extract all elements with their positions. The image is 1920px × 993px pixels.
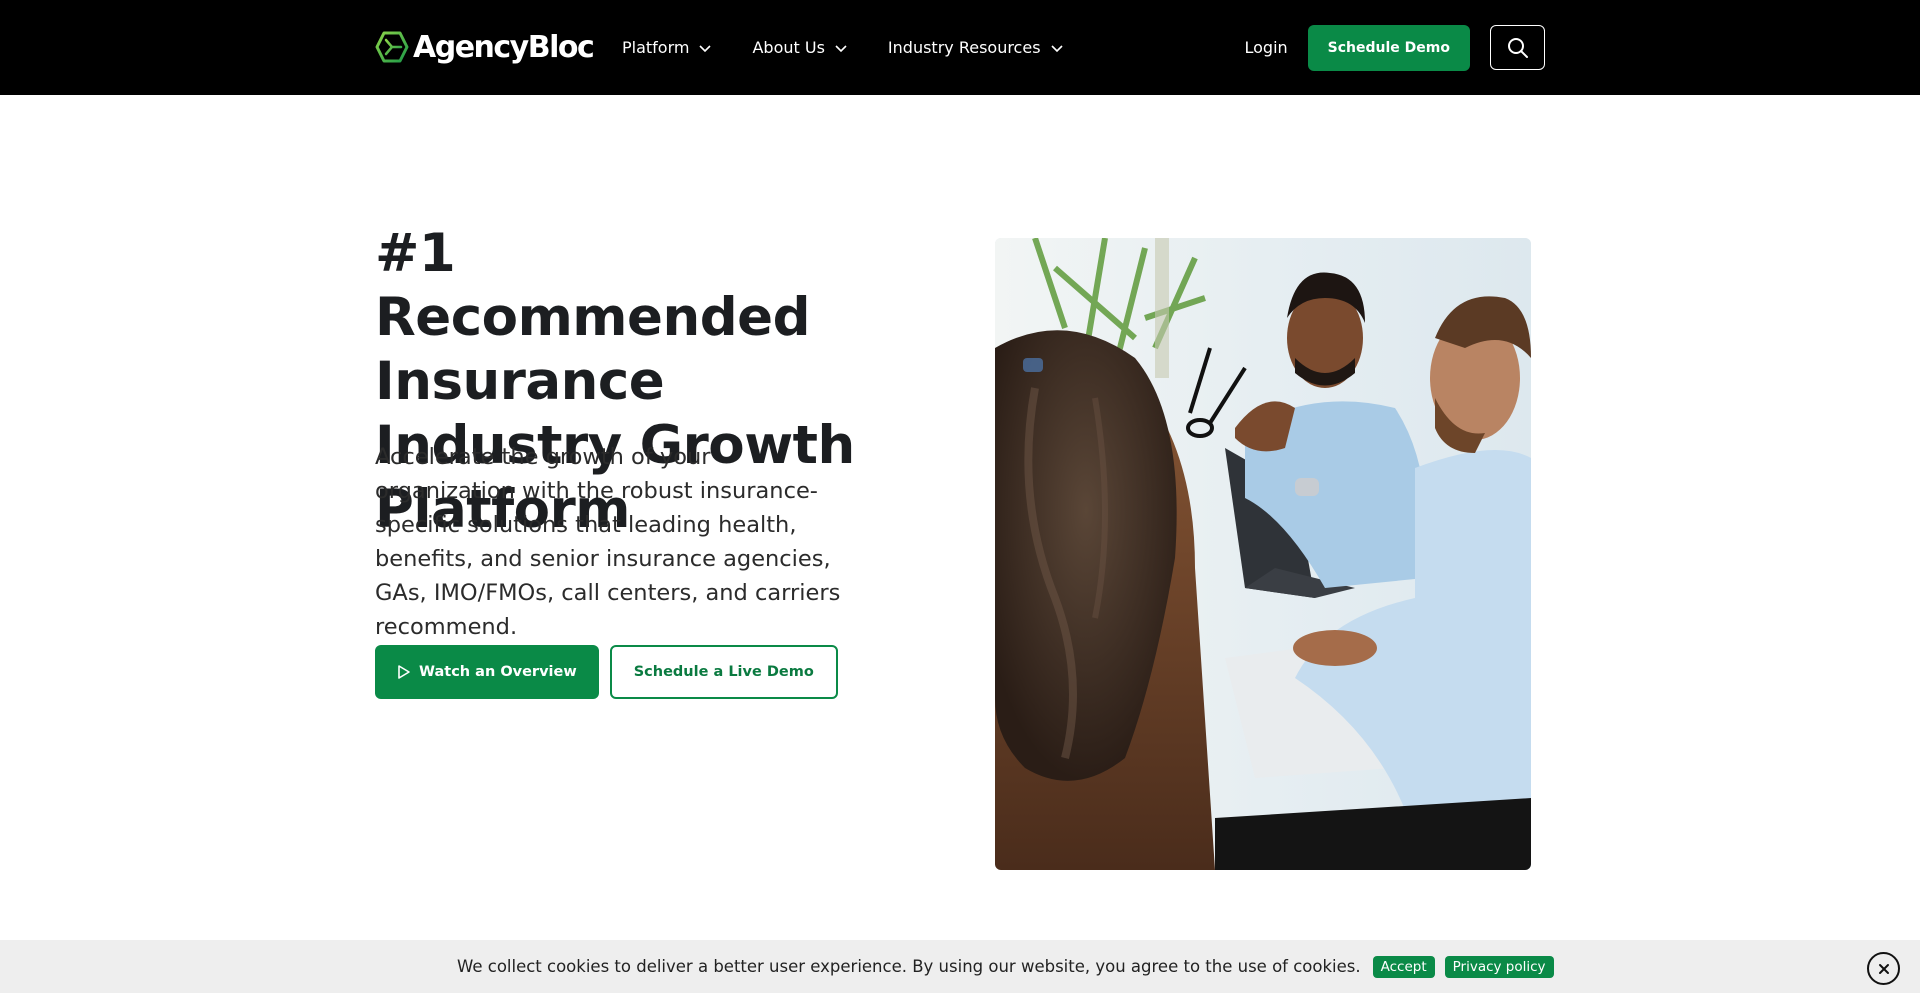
- privacy-policy-button[interactable]: Privacy policy: [1444, 955, 1554, 978]
- close-cookie-banner-button[interactable]: [1867, 952, 1900, 985]
- watch-overview-label: Watch an Overview: [419, 664, 577, 680]
- close-icon: [1878, 963, 1889, 974]
- nav-actions: Login Schedule Demo: [1245, 0, 1545, 95]
- cookie-content: We collect cookies to deliver a better u…: [457, 940, 1564, 993]
- nav-item-label: About Us: [752, 38, 825, 57]
- chevron-down-icon: [1050, 44, 1063, 52]
- watch-overview-button[interactable]: Watch an Overview: [375, 645, 599, 699]
- schedule-live-demo-button[interactable]: Schedule a Live Demo: [609, 645, 838, 699]
- chevron-down-icon: [699, 44, 712, 52]
- meeting-photo-illustration: [995, 238, 1531, 870]
- schedule-demo-button[interactable]: Schedule Demo: [1307, 24, 1470, 71]
- hero-photo: [995, 238, 1531, 870]
- nav-item-label: Platform: [622, 38, 690, 57]
- nav-item-about-us[interactable]: About Us: [752, 38, 847, 57]
- brand-logo-link[interactable]: AgencyBloc: [375, 28, 595, 66]
- search-icon: [1507, 37, 1528, 58]
- login-link[interactable]: Login: [1245, 38, 1288, 57]
- nav-item-industry-resources[interactable]: Industry Resources: [888, 38, 1064, 57]
- accept-cookies-button[interactable]: Accept: [1372, 955, 1435, 978]
- search-button[interactable]: [1490, 25, 1545, 70]
- hero-description: Accelerate the growth of your organizati…: [375, 444, 841, 640]
- nav-item-platform[interactable]: Platform: [622, 38, 712, 57]
- hexagon-cube-icon: [375, 31, 409, 63]
- play-icon: [398, 665, 410, 679]
- brand-name: AgencyBloc: [413, 29, 595, 65]
- nav-item-label: Industry Resources: [887, 38, 1041, 57]
- hero-buttons: Watch an Overview Schedule a Live Demo: [375, 645, 838, 699]
- cookie-message: We collect cookies to deliver a better u…: [457, 957, 1361, 976]
- top-navigation: AgencyBloc Platform About Us Industry Re…: [0, 0, 1920, 95]
- chevron-down-icon: [835, 44, 847, 52]
- main-menu: Platform About Us Industry Resources: [622, 0, 1104, 95]
- cookie-banner: We collect cookies to deliver a better u…: [0, 940, 1920, 993]
